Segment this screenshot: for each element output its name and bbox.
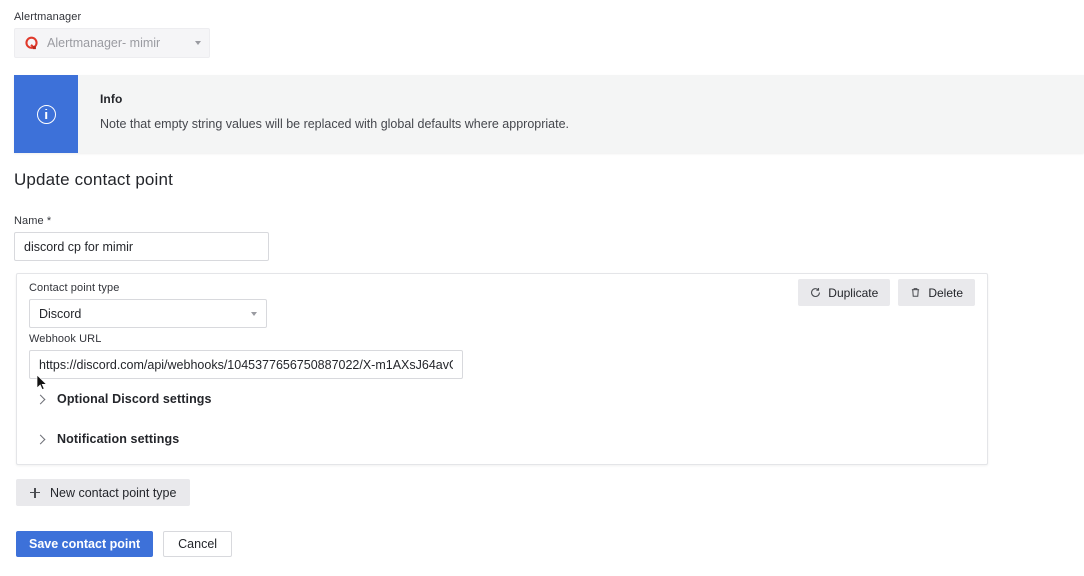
- contact-point-type-select[interactable]: Discord: [29, 299, 267, 328]
- delete-button[interactable]: Delete: [898, 279, 975, 306]
- contact-point-type-label: Contact point type: [29, 281, 267, 295]
- webhook-url-input[interactable]: [29, 350, 463, 379]
- duplicate-button[interactable]: Duplicate: [798, 279, 890, 306]
- name-field-label: Name *: [14, 214, 269, 228]
- name-input[interactable]: [14, 232, 269, 261]
- optional-discord-settings-toggle[interactable]: Optional Discord settings: [37, 392, 212, 406]
- optional-discord-settings-label: Optional Discord settings: [57, 392, 212, 406]
- info-banner-message: Note that empty string values will be re…: [100, 116, 569, 132]
- info-banner-title: Info: [100, 91, 569, 107]
- new-contact-point-type-button[interactable]: New contact point type: [16, 479, 190, 506]
- info-banner: Info Note that empty string values will …: [14, 75, 1084, 153]
- notification-settings-toggle[interactable]: Notification settings: [37, 432, 179, 446]
- card-actions: Duplicate Delete: [798, 279, 975, 306]
- contact-point-editor-page: Alertmanager Alertmanager- mimir Info No…: [0, 0, 1084, 576]
- alertmanager-selected-value: Alertmanager- mimir: [47, 36, 195, 50]
- plus-icon: [30, 488, 40, 498]
- chevron-right-icon: [36, 434, 46, 444]
- alertmanager-label: Alertmanager: [14, 10, 210, 24]
- info-banner-body: Info Note that empty string values will …: [78, 75, 569, 153]
- contact-point-type-card: Contact point type Discord Duplicate: [16, 273, 988, 465]
- form-footer: Save contact point Cancel: [16, 531, 232, 557]
- copy-icon: [810, 287, 821, 298]
- info-circle-icon: [37, 105, 56, 124]
- delete-label: Delete: [928, 286, 963, 300]
- alertmanager-select[interactable]: Alertmanager- mimir: [14, 28, 210, 58]
- page-title: Update contact point: [14, 170, 173, 190]
- webhook-url-group: Webhook URL: [29, 332, 463, 379]
- alertmanager-picker: Alertmanager Alertmanager- mimir: [14, 10, 210, 58]
- duplicate-label: Duplicate: [828, 286, 878, 300]
- info-icon-container: [14, 75, 78, 153]
- new-contact-point-type-label: New contact point type: [50, 486, 176, 500]
- name-field-group: Name *: [14, 214, 269, 261]
- chevron-down-icon: [195, 41, 201, 45]
- notification-settings-label: Notification settings: [57, 432, 179, 446]
- mimir-logo-icon: [24, 36, 39, 51]
- webhook-url-label: Webhook URL: [29, 332, 463, 346]
- save-contact-point-button[interactable]: Save contact point: [16, 531, 153, 557]
- trash-icon: [910, 287, 921, 298]
- chevron-right-icon: [36, 394, 46, 404]
- chevron-down-icon: [251, 312, 257, 316]
- contact-point-type-value: Discord: [39, 307, 251, 321]
- contact-point-type-group: Contact point type Discord: [29, 281, 267, 328]
- cancel-button[interactable]: Cancel: [163, 531, 232, 557]
